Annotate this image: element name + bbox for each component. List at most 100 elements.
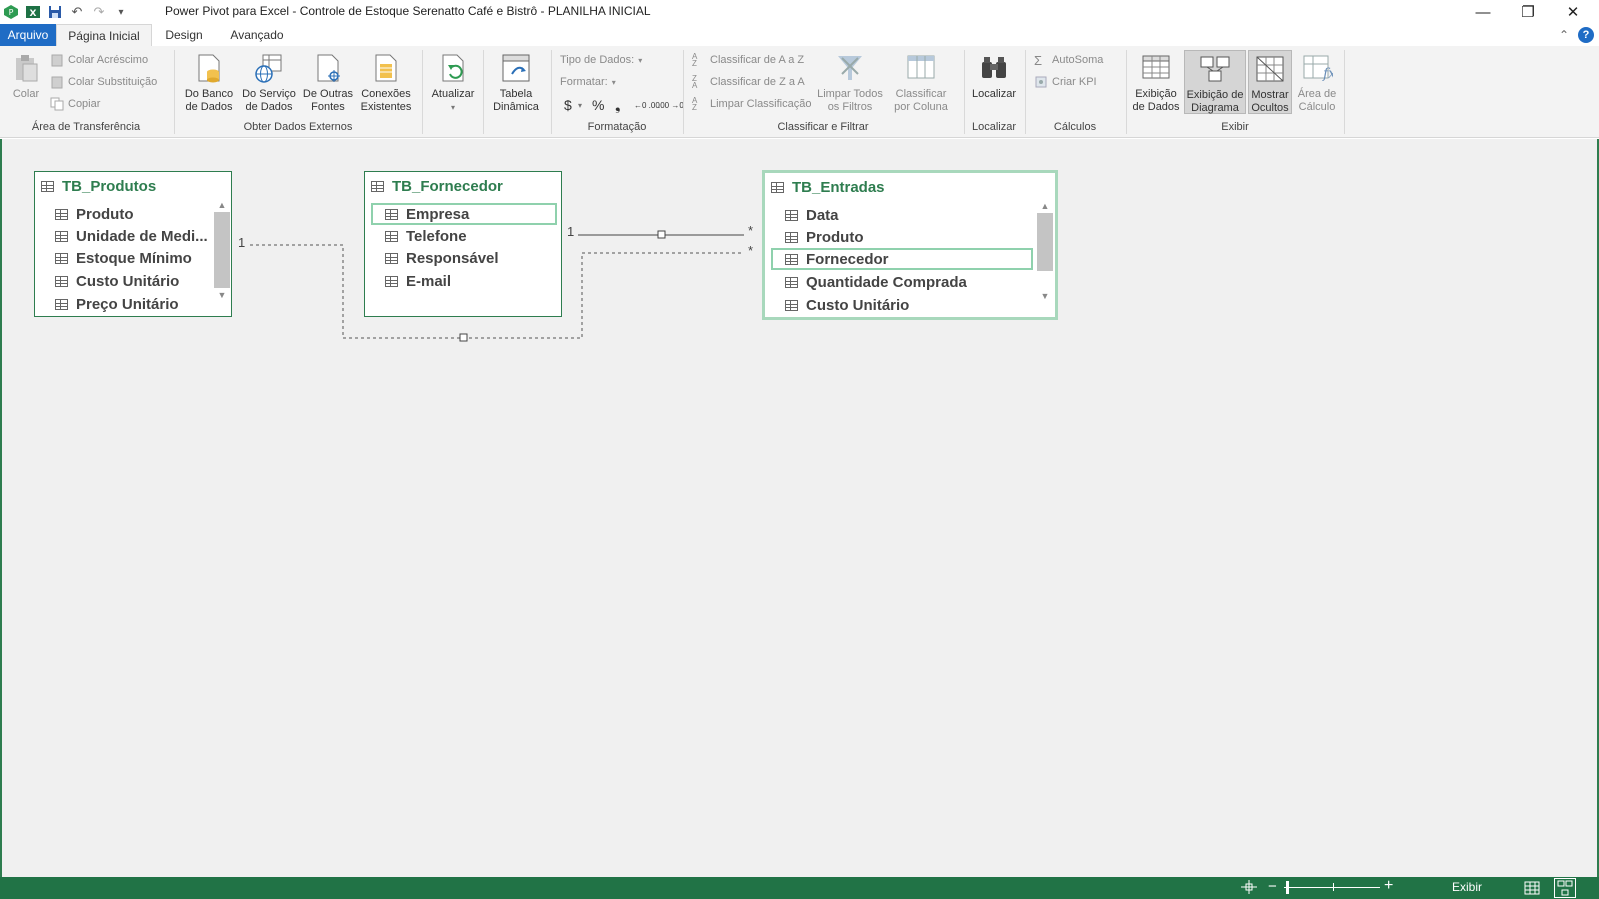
show-hidden-button[interactable]: Mostrar Ocultos [1248, 50, 1292, 114]
zoom-slider[interactable] [1284, 887, 1380, 888]
excel-icon[interactable]: X [22, 2, 44, 22]
pivot-table-button[interactable]: Tabela Dinâmica [488, 52, 544, 114]
from-other-sources-button[interactable]: De Outras Fontes [300, 52, 356, 114]
field-label: Produto [76, 205, 134, 223]
external-data-group-label: Obter Dados Externos [243, 121, 353, 133]
format-dropdown-icon: ▾ [611, 77, 616, 87]
diagram-canvas[interactable]: 1 1 * * TB_Produtos Produto Unidade de M… [0, 139, 1599, 877]
decrease-decimal-button[interactable]: .00 →0 [658, 96, 684, 114]
field-item[interactable]: Quantidade Comprada [785, 271, 967, 293]
table-tb-entradas[interactable]: TB_Entradas Data Produto Fornecedor Quan… [762, 170, 1058, 320]
sort-z-a-button[interactable]: ZA Classificar de Z a A [692, 73, 805, 91]
tab-file[interactable]: Arquivo [0, 24, 56, 46]
field-item[interactable]: Unidade de Medi... [55, 225, 208, 247]
clear-all-filters-button[interactable]: Limpar Todos os Filtros [814, 52, 886, 114]
clear-filters-label-2: os Filtros [827, 101, 873, 113]
close-button[interactable]: ✕ [1550, 0, 1596, 24]
scroll-down-icon[interactable]: ▼ [214, 288, 230, 302]
scroll-thumb[interactable] [214, 212, 230, 288]
kpi-icon [1034, 75, 1048, 89]
scroll-up-icon[interactable]: ▲ [214, 198, 230, 212]
format-dropdown[interactable]: Formatar: ▾ [560, 73, 616, 91]
zoom-slider-thumb[interactable] [1286, 881, 1289, 894]
tab-home[interactable]: Página Inicial [56, 24, 152, 46]
redo-icon[interactable]: ↷ [88, 2, 110, 22]
currency-button[interactable]: $ [564, 96, 572, 114]
undo-icon[interactable]: ↶ [66, 2, 88, 22]
save-icon[interactable] [44, 2, 66, 22]
table-title[interactable]: TB_Produtos [41, 178, 156, 195]
minimize-button[interactable]: — [1460, 0, 1506, 24]
copy-icon [50, 97, 64, 111]
collapse-ribbon-icon[interactable]: ⌃ [1556, 24, 1572, 46]
field-item[interactable]: Produto [785, 226, 864, 248]
relationship-midpoint-icon[interactable] [657, 230, 666, 239]
clear-sort-button[interactable]: AZ Limpar Classificação [692, 95, 811, 113]
create-kpi-button[interactable]: Criar KPI [1034, 73, 1097, 91]
table-title[interactable]: TB_Entradas [771, 179, 885, 196]
data-type-dropdown[interactable]: Tipo de Dados: ▾ [560, 51, 642, 69]
field-item[interactable]: Preço Unitário [55, 293, 179, 315]
scroll-up-icon[interactable]: ▲ [1037, 199, 1053, 213]
customize-qat-icon[interactable]: ▾ [110, 2, 132, 22]
column-icon [785, 231, 798, 243]
diagram-view-status-icon[interactable] [1554, 878, 1576, 898]
comma-button[interactable]: ❟ [615, 96, 621, 114]
scroll-thumb[interactable] [1037, 213, 1053, 271]
fit-to-screen-icon[interactable] [1240, 879, 1258, 898]
paste-append-button[interactable]: Colar Acréscimo [50, 51, 148, 69]
table-name: TB_Fornecedor [392, 178, 503, 195]
field-item[interactable]: E-mail [385, 270, 451, 292]
currency-dropdown-icon[interactable]: ▾ [578, 96, 582, 114]
paste-label: Colar [12, 88, 40, 100]
autosum-button[interactable]: Σ AutoSoma [1034, 51, 1103, 69]
scroll-down-icon[interactable]: ▼ [1037, 289, 1053, 303]
field-item[interactable]: Estoque Mínimo [55, 247, 192, 269]
copy-button[interactable]: Copiar [50, 95, 100, 113]
field-item[interactable]: Telefone [385, 225, 467, 247]
table-tb-produtos[interactable]: TB_Produtos Produto Unidade de Medi... E… [34, 171, 232, 317]
quick-access-toolbar: P X ↶ ↷ ▾ [0, 2, 132, 22]
relationship-many-label: * [748, 243, 754, 258]
from-database-button[interactable]: Do Banco de Dados [180, 52, 238, 114]
existing-connections-button[interactable]: Conexões Existentes [358, 52, 414, 114]
restore-button[interactable]: ❐ [1505, 0, 1551, 24]
relationship-midpoint-icon[interactable] [459, 333, 468, 342]
paste-button[interactable]: Colar [8, 52, 44, 101]
paste-replace-button[interactable]: Colar Substituição [50, 73, 157, 91]
table-scrollbar[interactable]: ▲ ▼ [214, 198, 230, 302]
field-item[interactable]: Custo Unitário [785, 294, 909, 316]
table-title[interactable]: TB_Fornecedor [371, 178, 503, 195]
tab-design[interactable]: Design [156, 24, 212, 46]
field-item[interactable]: Data [785, 204, 839, 226]
field-item[interactable]: Produto [55, 203, 134, 225]
increase-decimal-button[interactable]: ←0 .00 [634, 96, 660, 114]
diagram-view-button[interactable]: Exibição de Diagrama [1184, 50, 1246, 114]
find-button[interactable]: Localizar [968, 52, 1020, 101]
from-service-label-1: Do Serviço [242, 88, 296, 100]
from-data-service-button[interactable]: Do Serviço de Dados [240, 52, 298, 114]
relationship-one-label: 1 [567, 224, 575, 239]
refresh-button[interactable]: Atualizar ▾ [428, 52, 478, 114]
calculation-area-button[interactable]: fx Área de Cálculo [1294, 52, 1340, 114]
zoom-out-button[interactable]: − [1268, 878, 1277, 895]
field-item[interactable]: Responsável [385, 247, 499, 269]
data-view-button[interactable]: Exibição de Dados [1130, 52, 1182, 114]
from-database-label-2: de Dados [185, 101, 233, 113]
grid-view-icon[interactable] [1524, 880, 1540, 899]
field-item-selected[interactable]: Fornecedor [771, 248, 1033, 270]
help-icon[interactable]: ? [1578, 27, 1594, 43]
table-scrollbar[interactable]: ▲ ▼ [1037, 199, 1053, 303]
table-tb-fornecedor[interactable]: TB_Fornecedor Empresa Telefone Responsáv… [364, 171, 562, 317]
scroll-track[interactable] [1037, 271, 1053, 289]
tab-advanced[interactable]: Avançado [222, 24, 292, 46]
sort-a-z-button[interactable]: AZ Classificar de A a Z [692, 51, 804, 69]
field-item[interactable]: Custo Unitário [55, 270, 179, 292]
field-item-selected[interactable]: Empresa [371, 203, 557, 225]
percent-button[interactable]: % [592, 96, 604, 114]
sort-by-column-button[interactable]: Classificar por Coluna [888, 52, 954, 114]
from-database-label-1: Do Banco [184, 88, 234, 100]
group-separator [1025, 50, 1026, 134]
zoom-in-button[interactable]: + [1384, 877, 1393, 895]
show-hidden-icon [1254, 53, 1286, 85]
